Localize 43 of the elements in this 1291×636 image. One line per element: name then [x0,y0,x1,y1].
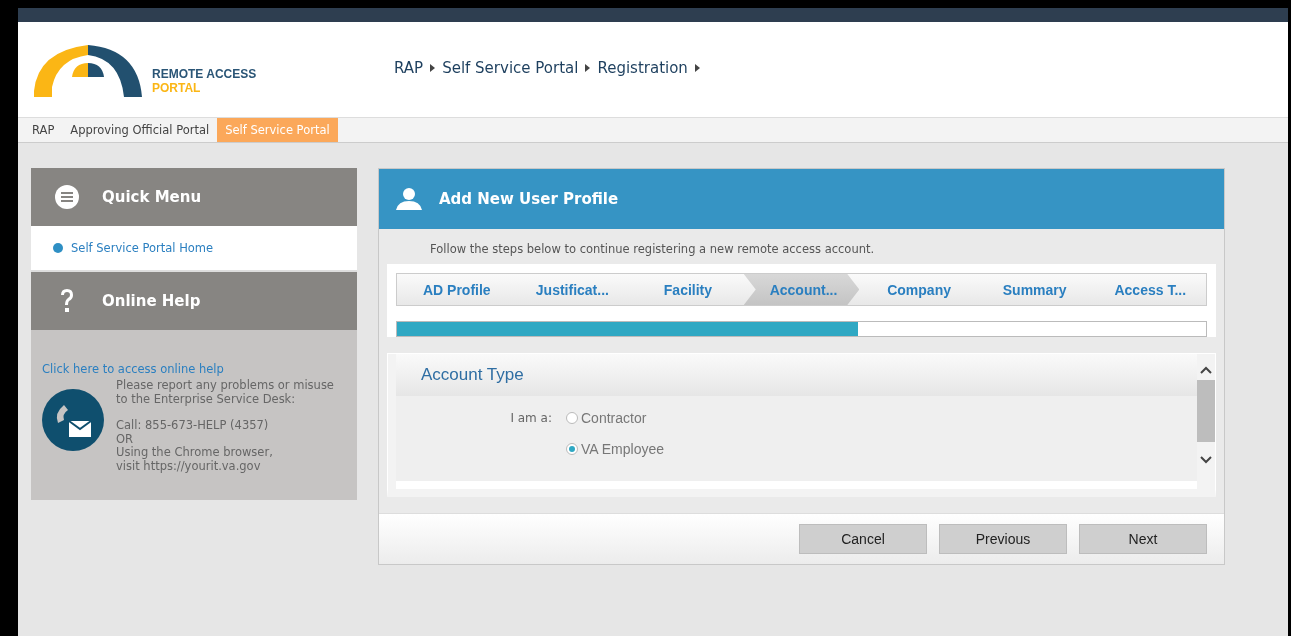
wizard-step[interactable]: Access T... [1090,274,1207,305]
option-label: Contractor [581,409,647,426]
wizard-step[interactable]: Justificat... [512,274,629,305]
menu-icon [54,185,79,209]
wizard-step[interactable]: Company [859,274,975,305]
action-button[interactable]: Cancel [799,524,927,554]
action-button[interactable]: Next [1079,524,1207,554]
wizard-step[interactable]: Summary [974,274,1091,305]
wizard-step[interactable]: Facility [628,274,744,305]
help-text: Please report any problems or misuse to the Enterprise Service Desk: [116,379,334,406]
arrow-icon [430,63,436,72]
breadcrumb-link[interactable]: Self Service Portal [442,58,579,77]
arrow-icon [694,63,700,72]
wizard-step[interactable]: AD Profile [397,274,513,305]
field-label: I am a: [510,410,553,425]
panel-title: Add New User Profile [439,190,619,208]
radio-icon[interactable] [566,442,578,455]
radio-option[interactable]: VA Employee [566,440,1197,457]
help-link[interactable]: Click here to access online help [42,362,224,376]
nav-tab[interactable]: Approving Official Portal [62,118,218,142]
menu-link[interactable]: Self Service Portal Home [71,241,214,255]
radio-icon[interactable] [566,411,578,424]
scrollbar-thumb[interactable] [1197,380,1215,442]
scroll-up-icon[interactable] [1200,366,1212,374]
option-label: VA Employee [581,440,664,457]
logo-text: REMOTE ACCESS PORTAL [152,66,257,95]
intro-text: Follow the steps below to continue registering a new remote access account. [429,241,876,258]
nav-tab[interactable]: RAP [24,118,63,142]
section-title: Quick Menu [102,188,202,206]
wizard-step[interactable]: Account... [743,274,860,305]
radio-option[interactable]: Contractor [566,409,1197,426]
section-title: Online Help [102,292,201,310]
action-button[interactable]: Previous [939,524,1067,554]
scroll-down-icon[interactable] [1200,456,1212,464]
section-title: Account Type [396,354,1197,396]
arrow-icon [585,63,591,72]
breadcrumb-link[interactable]: Registration [597,58,688,77]
bullet-icon [53,243,63,253]
user-icon [396,188,422,210]
help-text: Call: 855-673-HELP (4357) OR Using the Chrome browser, visit https://yourit.va.gov [116,419,274,473]
help-icon [58,288,75,314]
phone-mail-icon [42,389,104,451]
breadcrumb-link[interactable]: RAP [394,58,424,77]
